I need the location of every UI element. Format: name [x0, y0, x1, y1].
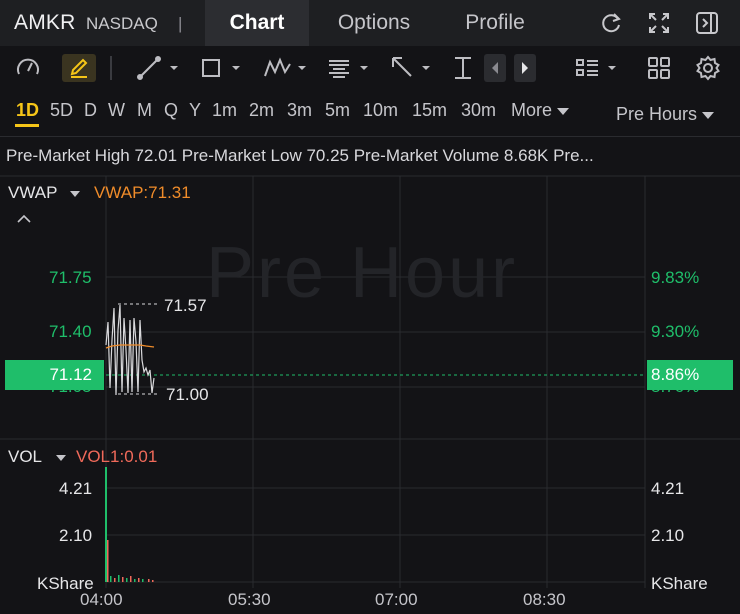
price-axis-label: 71.40: [49, 322, 92, 341]
time-axis-label: 08:30: [523, 590, 566, 609]
price-line: [105, 304, 155, 396]
time-axis-label: 04:00: [80, 590, 123, 609]
volume-indicator-select[interactable]: VOL: [8, 447, 67, 467]
indicator-select[interactable]: VWAP: [8, 183, 80, 203]
volume-bar: [138, 578, 140, 582]
chevron-down-icon: [56, 455, 67, 461]
volume-bar: [105, 467, 107, 582]
collapse-indicator-icon[interactable]: [16, 212, 32, 230]
vwap-value: VWAP:71.31: [94, 183, 191, 202]
volume-bar: [148, 579, 150, 582]
indicator-name: VWAP: [8, 183, 58, 202]
time-axis-label: 05:30: [228, 590, 271, 609]
percent-axis-label: 9.83%: [651, 268, 700, 287]
volume-bar: [118, 575, 120, 582]
volume-bar: [126, 578, 128, 582]
current-change-badge: 8.86%: [647, 360, 733, 390]
time-axis-label: 07:00: [375, 590, 418, 609]
volume-bar: [152, 580, 154, 582]
volume-bar: [122, 577, 124, 582]
high-price-label: 71.57: [164, 296, 207, 315]
volume-bar: [110, 576, 112, 582]
volume-unit-label: KShare: [651, 574, 708, 593]
volume-bar: [107, 540, 109, 582]
volume-bar: [130, 576, 132, 582]
chevron-down-icon: [69, 191, 80, 197]
current-price-badge: 71.12: [5, 360, 104, 390]
low-price-label: 71.00: [166, 385, 209, 404]
pre-hour-watermark: Pre Hour: [206, 233, 519, 313]
volume-bar: [114, 578, 116, 582]
volume-axis-label: 4.21: [651, 479, 685, 498]
vwap-line: [105, 344, 155, 349]
volume-bar: [142, 579, 144, 582]
volume-bar: [134, 579, 136, 582]
percent-axis-label: 9.30%: [651, 322, 700, 341]
volume-axis-label: 2.10: [59, 526, 93, 545]
volume-bars: [105, 467, 154, 582]
volume-indicator-name: VOL: [8, 447, 42, 466]
volume-value: VOL1:0.01: [76, 447, 158, 466]
volume-axis-label: 4.21: [59, 479, 93, 498]
price-axis-label: 71.75: [49, 268, 92, 287]
volume-axis-label: 2.10: [651, 526, 685, 545]
